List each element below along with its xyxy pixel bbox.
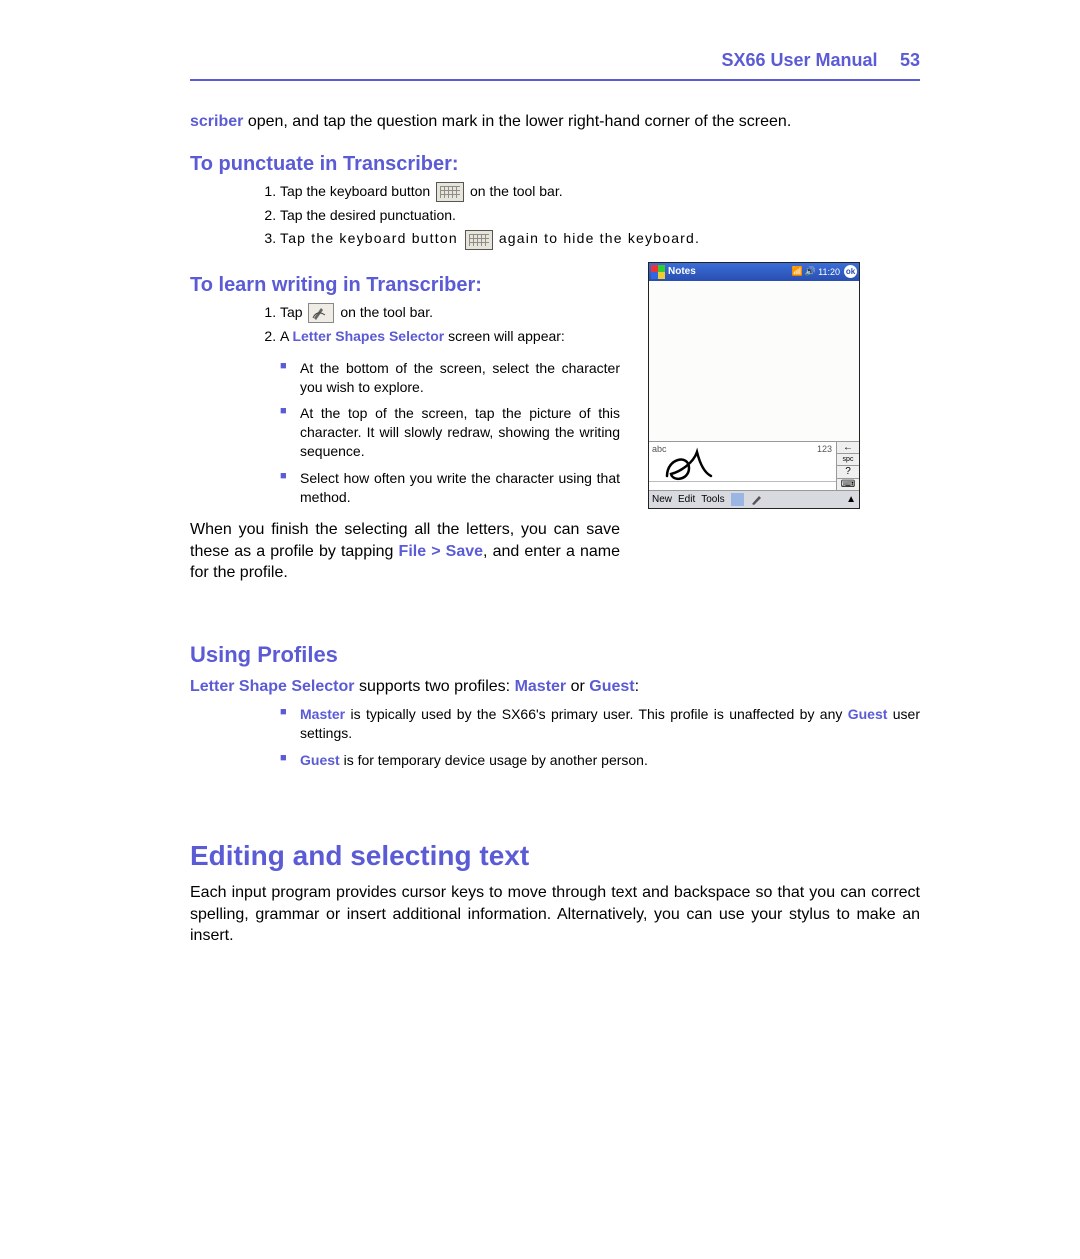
learn-section-row: To learn writing in Transcriber: Tap on …	[190, 262, 920, 592]
learn-text-column: To learn writing in Transcriber: Tap on …	[190, 262, 620, 592]
scriber-term: scriber	[190, 113, 243, 130]
intro-paragraph: scriber open, and tap the question mark …	[190, 111, 920, 133]
menu-new[interactable]: New	[652, 494, 672, 505]
space-button[interactable]: spc	[837, 454, 859, 466]
screenshot-time: 11:20	[818, 267, 840, 277]
keyboard-toggle-button[interactable]: ⌨	[837, 479, 859, 490]
screenshot-app-name: Notes	[668, 266, 792, 277]
learn-bullet-2: At the top of the screen, tap the pictur…	[280, 404, 620, 461]
screenshot-input-row: abc 123 ← spc ? ⌨	[649, 442, 859, 491]
backspace-button[interactable]: ←	[837, 442, 859, 454]
profile-master: Master is typically used by the SX66's p…	[280, 705, 920, 743]
side-buttons: ← spc ? ⌨	[837, 442, 859, 490]
keyboard-icon	[436, 182, 464, 202]
recording-icon[interactable]	[731, 493, 744, 506]
profile-guest: Guest is for temporary device usage by a…	[280, 751, 920, 770]
punctuate-step-2: Tap the desired punctuation.	[280, 206, 920, 226]
learn-bullet-1: At the bottom of the screen, select the …	[280, 359, 620, 397]
letter-shapes-icon	[308, 303, 334, 323]
menu-edit[interactable]: Edit	[678, 494, 695, 505]
learn-bullets: At the bottom of the screen, select the …	[190, 359, 620, 507]
learn-step-1: Tap on the tool bar.	[280, 303, 620, 323]
ok-button[interactable]: ok	[844, 265, 857, 278]
screenshot-status: 📶 🔊 11:20 ok	[792, 265, 857, 278]
handwriting-area[interactable]: abc 123	[649, 442, 837, 490]
editing-paragraph: Each input program provides cursor keys …	[190, 882, 920, 947]
heading-profiles: Using Profiles	[190, 642, 920, 668]
punctuate-list: Tap the keyboard button on the tool bar.…	[190, 182, 920, 250]
screenshot-canvas	[649, 281, 859, 442]
windows-flag-icon	[651, 265, 665, 279]
device-screenshot: Notes 📶 🔊 11:20 ok abc 123	[648, 262, 860, 509]
screenshot-bottombar: New Edit Tools ▲	[649, 491, 859, 508]
learn-step-2: A Letter Shapes Selector screen will app…	[280, 327, 620, 347]
signal-icon: 📶	[792, 266, 803, 277]
manual-title: SX66 User Manual	[721, 50, 877, 70]
page-header: SX66 User Manual 53	[190, 50, 920, 81]
learn-bullet-3: Select how often you write the character…	[280, 469, 620, 507]
speaker-icon: 🔊	[805, 266, 816, 277]
profiles-intro: Letter Shape Selector supports two profi…	[190, 676, 920, 698]
handwriting-stroke	[659, 446, 719, 486]
intro-text: open, and tap the question mark in the l…	[243, 113, 791, 130]
keyboard-icon	[465, 230, 493, 250]
heading-punctuate: To punctuate in Transcriber:	[190, 153, 920, 176]
123-label: 123	[817, 444, 832, 454]
heading-editing: Editing and selecting text	[190, 840, 920, 872]
punctuate-step-3: Tap the keyboard button again to hide th…	[280, 229, 920, 249]
sip-icon[interactable]: ▲	[846, 494, 856, 505]
punctuate-step-1: Tap the keyboard button on the tool bar.	[280, 182, 920, 202]
screenshot-titlebar: Notes 📶 🔊 11:20 ok	[649, 263, 859, 281]
profiles-bullets: Master is typically used by the SX66's p…	[190, 705, 920, 770]
help-button[interactable]: ?	[837, 466, 859, 478]
manual-page: SX66 User Manual 53 scriber open, and ta…	[0, 0, 1080, 1015]
pen-icon[interactable]	[750, 493, 763, 506]
menu-tools[interactable]: Tools	[701, 494, 724, 505]
page-number: 53	[900, 50, 920, 70]
learn-finish-para: When you finish the selecting all the le…	[190, 519, 620, 584]
heading-learn: To learn writing in Transcriber:	[190, 274, 620, 297]
learn-list: Tap on the tool bar. A Letter Shapes Sel…	[190, 303, 620, 347]
